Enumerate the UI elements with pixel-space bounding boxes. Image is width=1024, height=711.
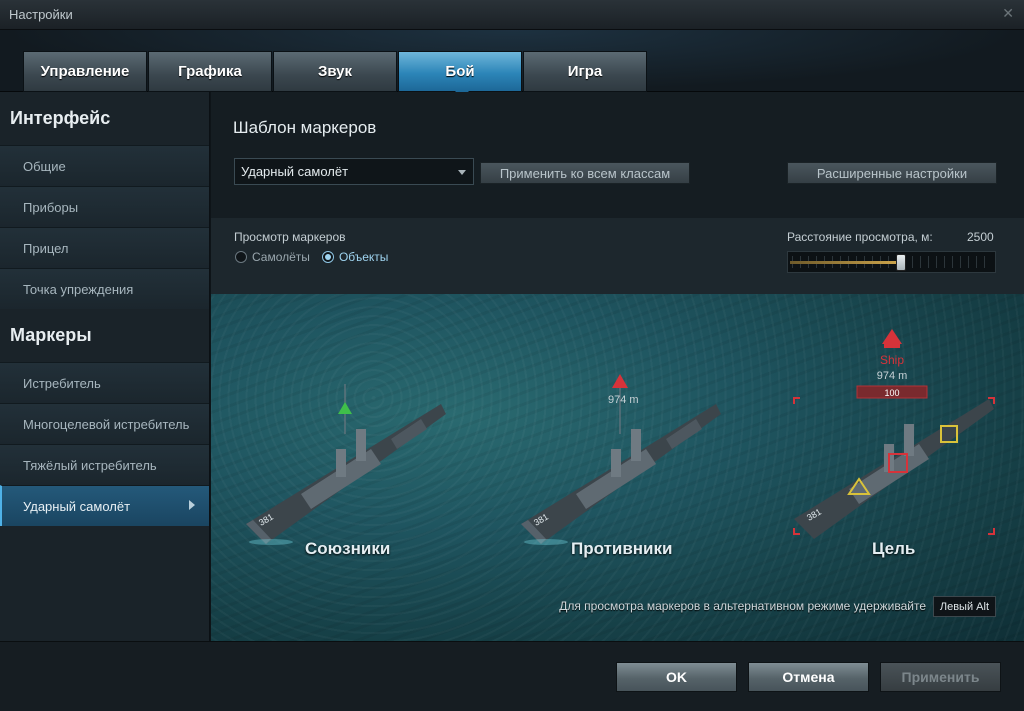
ally-marker-icon	[338, 402, 352, 414]
sidebar-item-general[interactable]: Общие	[0, 145, 209, 186]
radio-planes-label[interactable]: Самолёты	[252, 250, 310, 264]
section-title: Шаблон маркеров	[233, 118, 377, 137]
target-distance: 974 m	[877, 370, 908, 382]
tab-header: Управление Графика Звук Бой Игра	[0, 30, 1024, 98]
chevron-down-icon	[458, 170, 466, 175]
close-icon[interactable]: ✕	[1002, 5, 1014, 22]
target-marker-icon	[882, 329, 902, 344]
enemies-label: Противники	[571, 539, 673, 558]
tab-controls[interactable]: Управление	[23, 51, 147, 92]
distance-value: 2500	[967, 230, 994, 244]
enemy-marker-icon	[612, 374, 628, 388]
sidebar: Интерфейс Общие Приборы Прицел Точка упр…	[0, 92, 210, 641]
enemy-distance: 974 m	[608, 394, 639, 406]
footer: OK Отмена Применить	[0, 641, 1024, 711]
apply-button[interactable]: Применить	[880, 662, 1001, 692]
target-label: Цель	[872, 539, 916, 558]
cancel-button[interactable]: Отмена	[748, 662, 869, 692]
chevron-right-icon	[189, 500, 195, 510]
target-health: 100	[884, 388, 899, 398]
apply-all-classes-button[interactable]: Применить ко всем классам	[480, 162, 690, 184]
enemy-ship: 974 m 381	[521, 374, 721, 545]
marker-preview-scene: 381 Союзники 974 m 381 Противники Ship 9…	[211, 294, 1024, 641]
ok-button[interactable]: OK	[616, 662, 737, 692]
slider-handle[interactable]	[896, 254, 906, 271]
tab-graphics[interactable]: Графика	[148, 51, 272, 92]
preview-controls: Просмотр маркеров Самолёты Объекты Расст…	[211, 218, 1024, 294]
window-title: Настройки	[9, 7, 73, 22]
advanced-settings-button[interactable]: Расширенные настройки	[787, 162, 997, 184]
tab-game[interactable]: Игра	[523, 51, 647, 92]
sidebar-heading-markers: Маркеры	[10, 325, 92, 345]
preview-radio-group: Самолёты Объекты	[235, 250, 400, 264]
sidebar-item-multirole-fighter[interactable]: Многоцелевой истребитель	[0, 403, 209, 444]
allies-label: Союзники	[305, 539, 391, 558]
radio-objects-label[interactable]: Объекты	[339, 250, 389, 264]
target-ship: Ship 974 m 100 381	[793, 329, 995, 539]
target-name: Ship	[880, 353, 904, 367]
sidebar-item-heavy-fighter[interactable]: Тяжёлый истребитель	[0, 444, 209, 485]
distance-label: Расстояние просмотра, м:	[787, 230, 933, 244]
main-panel: Шаблон маркеров Ударный самолёт Применит…	[211, 92, 1024, 641]
sidebar-item-fighter[interactable]: Истребитель	[0, 362, 209, 403]
preview-label: Просмотр маркеров	[234, 230, 346, 244]
sidebar-item-crosshair[interactable]: Прицел	[0, 227, 209, 268]
alt-mode-note: Для просмотра маркеров в альтернативном …	[559, 599, 926, 613]
marker-template-dropdown[interactable]: Ударный самолёт	[234, 158, 474, 185]
radio-objects[interactable]	[321, 251, 334, 263]
sidebar-heading-interface: Интерфейс	[10, 108, 111, 128]
dropdown-value: Ударный самолёт	[241, 164, 349, 179]
sidebar-item-label: Ударный самолёт	[23, 498, 131, 514]
distance-slider[interactable]	[787, 251, 996, 273]
sidebar-item-lead-point[interactable]: Точка упреждения	[0, 268, 209, 309]
sidebar-item-attack-aircraft[interactable]: Ударный самолёт	[0, 485, 209, 526]
tab-sound[interactable]: Звук	[273, 51, 397, 92]
slider-fill	[790, 261, 896, 264]
allied-ship: 381	[246, 384, 446, 545]
sidebar-item-instruments[interactable]: Приборы	[0, 186, 209, 227]
window-titlebar: Настройки ✕	[0, 0, 1024, 30]
tab-bar: Управление Графика Звук Бой Игра	[23, 51, 648, 98]
tab-battle[interactable]: Бой	[398, 51, 522, 98]
alt-key-badge: Левый Alt	[932, 596, 996, 617]
radio-planes[interactable]	[235, 251, 247, 263]
